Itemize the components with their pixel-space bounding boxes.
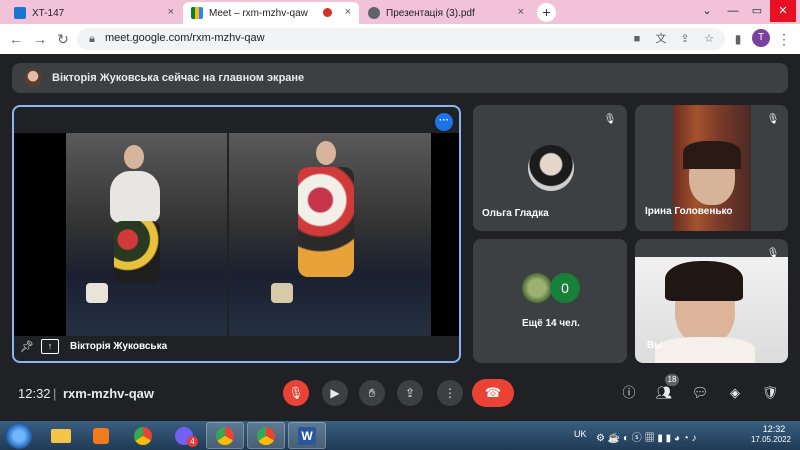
mic-toggle-button[interactable]: 🎙︎	[283, 380, 309, 406]
chrome-window-icon[interactable]	[206, 422, 244, 449]
media-player-icon[interactable]	[82, 422, 120, 449]
model-blouse	[110, 171, 160, 223]
start-button[interactable]	[6, 423, 32, 449]
tab-xt147[interactable]: XT-147 ×	[6, 2, 182, 24]
back-icon[interactable]: ←	[6, 29, 26, 49]
pin-icon[interactable]: 📌︎	[20, 340, 34, 354]
globe-icon	[368, 7, 380, 19]
clock-time[interactable]: 12:32	[752, 424, 796, 434]
bookmark-star-icon[interactable]: ☆	[702, 32, 716, 46]
avatar-count: 0	[550, 273, 580, 303]
handbag	[271, 283, 293, 303]
mic-off-icon: 🎙︎	[603, 114, 617, 125]
chrome-icon[interactable]	[124, 422, 162, 449]
avatar	[528, 145, 574, 191]
close-window-icon[interactable]: ✕	[770, 0, 796, 22]
hair	[683, 141, 741, 169]
model-head	[124, 145, 144, 169]
windows-taskbar: 4 W UK ⚙ ☕ ◐ ⓢ ▦ ▮ ▮ ◕ ◔ ♪ 12:32 17.05.2…	[0, 421, 800, 450]
tab-strip: XT-147 × Meet – rxm-mzhv-qaw × Презентац…	[0, 0, 800, 24]
raise-hand-button[interactable]: ✋︎	[359, 380, 385, 406]
people-icon[interactable]: 👥︎	[655, 384, 673, 402]
presenter-name: Вікторія Жуковська	[70, 341, 168, 352]
browser-toolbar: ← → ↻ 🔒︎ meet.google.com/rxm-mzhv-qaw ■ …	[0, 24, 800, 54]
notification-badge: 4	[187, 436, 198, 447]
participant-name: Ірина Головенько	[645, 206, 733, 217]
tab-title: XT-147	[32, 7, 65, 19]
translate-icon[interactable]: 文	[654, 32, 668, 46]
model-head	[316, 141, 336, 165]
clock-date[interactable]: 17.05.2022	[744, 435, 798, 444]
mic-off-icon: 🎙︎	[766, 248, 780, 259]
close-icon[interactable]: ×	[345, 6, 351, 18]
viber-icon[interactable]: 4	[165, 422, 203, 449]
more-participants-label: Ещё 14 чел.	[522, 318, 580, 329]
new-tab-button[interactable]: +	[537, 3, 556, 22]
participant-name: Ольга Гладка	[482, 208, 549, 219]
reload-icon[interactable]: ↻	[53, 29, 73, 49]
camera-icon[interactable]: ■	[630, 32, 644, 46]
more-options-button[interactable]: ⋮	[437, 380, 463, 406]
tab-meet[interactable]: Meet – rxm-mzhv-qaw ×	[183, 2, 359, 24]
share-icon[interactable]: ⇪	[678, 32, 692, 46]
more-options-icon[interactable]: ···	[435, 113, 453, 131]
model-dress	[298, 167, 354, 277]
close-icon[interactable]: ×	[518, 6, 524, 18]
word-label: W	[298, 426, 316, 445]
present-button[interactable]: ⇪	[397, 380, 423, 406]
word-icon[interactable]: W	[288, 422, 326, 449]
activities-icon[interactable]: ◈	[726, 384, 744, 402]
participant-tile-olga[interactable]: 🎙︎ Ольга Гладка	[473, 105, 627, 231]
leave-call-button[interactable]: ☎︎	[472, 379, 514, 407]
separator: |	[53, 386, 57, 401]
chat-icon[interactable]: 💬︎	[691, 384, 709, 402]
model-skirt	[114, 221, 160, 283]
banner-text: Вікторія Жуковська сейчас на главном экр…	[52, 72, 305, 84]
hair	[665, 261, 743, 301]
avatar	[24, 69, 42, 87]
file-explorer-icon[interactable]	[42, 422, 80, 449]
profile-avatar[interactable]: T	[752, 29, 770, 47]
maximize-icon[interactable]: ▭	[746, 0, 768, 22]
info-icon[interactable]: ⓘ	[620, 384, 638, 402]
classroom-icon	[14, 7, 26, 19]
tab-search-icon[interactable]: ⌄	[697, 0, 717, 22]
menu-kebab-icon[interactable]: ⋮	[774, 29, 794, 49]
people-count-badge: 18	[665, 374, 679, 386]
lock-icon[interactable]: 🔒︎	[85, 32, 99, 46]
forward-icon[interactable]: →	[30, 29, 50, 49]
meet-icon	[191, 7, 203, 19]
more-participants-tile[interactable]: 0 Ещё 14 чел.	[473, 239, 627, 363]
avatar	[522, 273, 552, 303]
camera-toggle-button[interactable]: ▶	[322, 380, 348, 406]
tray-icons[interactable]: ⚙ ☕ ◐ ⓢ ▦ ▮ ▮ ◕ ◔ ♪	[596, 429, 697, 444]
main-presentation-tile[interactable]: ··· 📌︎ ↑ Вікторія Жуковська	[12, 105, 461, 363]
address-bar[interactable]: 🔒︎ meet.google.com/rxm-mzhv-qaw ■ 文 ⇪ ☆	[77, 28, 725, 50]
presentation-banner: Вікторія Жуковська сейчас на главном экр…	[12, 63, 788, 93]
language-indicator[interactable]: UK	[574, 429, 587, 439]
tab-title: Презентація (3).pdf	[386, 7, 475, 19]
url-text: meet.google.com/rxm-mzhv-qaw	[105, 32, 265, 44]
handbag	[86, 283, 108, 303]
recording-icon	[323, 8, 332, 17]
self-tile[interactable]: 🎙︎ Вы	[635, 239, 788, 363]
meeting-code: rxm-mzhv-qaw	[63, 386, 155, 401]
mic-off-icon: 🎙︎	[766, 114, 780, 125]
close-icon[interactable]: ×	[168, 6, 174, 18]
shirt	[655, 337, 755, 363]
side-panel-icon[interactable]: ▮	[728, 29, 748, 49]
meeting-time: 12:32	[18, 386, 51, 401]
tab-pdf[interactable]: Презентація (3).pdf ×	[360, 2, 532, 24]
host-controls-icon[interactable]: 🛡︎	[761, 384, 779, 402]
participant-tile-iryna[interactable]: 🎙︎ Ірина Головенько	[635, 105, 788, 231]
tab-title: Meet – rxm-mzhv-qaw	[209, 7, 308, 19]
presentation-screen	[14, 133, 459, 336]
participant-name: Вы	[647, 340, 663, 351]
chrome-profile-icon[interactable]	[247, 422, 285, 449]
fashion-slide-image	[66, 133, 431, 336]
present-icon: ↑	[41, 339, 59, 354]
slide-divider	[227, 133, 229, 336]
minimize-icon[interactable]: —	[722, 0, 744, 22]
